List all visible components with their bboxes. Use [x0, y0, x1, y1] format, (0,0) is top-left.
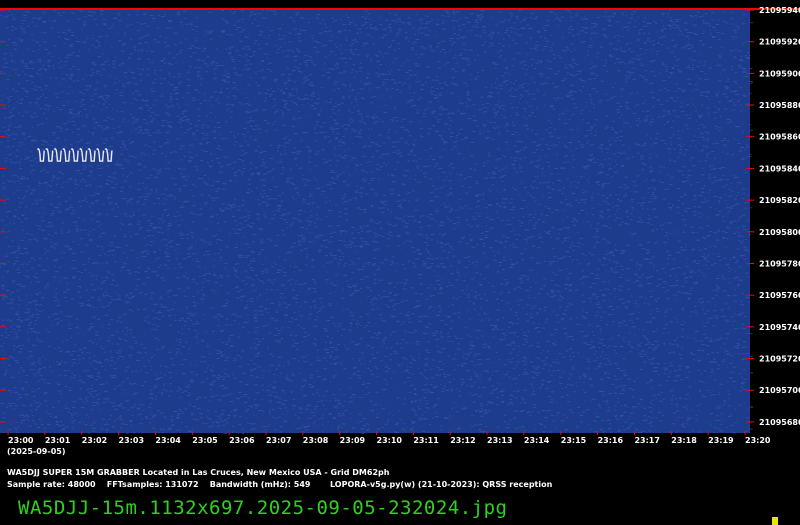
y-tick-label: 21095680: [759, 418, 800, 427]
y-tick-label: 21095760: [759, 291, 800, 300]
x-axis: 23:00 23:01 23:02 23:03 23:04 23:05 23:06 23:07…: [7, 431, 771, 445]
y-tick-label: 21095940: [759, 6, 800, 15]
y-tick-label: 21095880: [759, 101, 800, 110]
x-tick-label: 23:06: [229, 436, 255, 445]
x-tick-label: 23:07: [266, 436, 291, 445]
x-tick-label: 23:20: [745, 436, 771, 445]
date-label: (2025-09-05): [7, 447, 65, 456]
x-tick-label: 23:08: [303, 436, 329, 445]
station-info: WA5DJJ SUPER 15M GRABBER Located in Las …: [7, 468, 390, 477]
y-tick-label: 21095920: [759, 38, 800, 47]
x-tick-label: 23:15: [561, 436, 587, 445]
x-tick-label: 23:16: [598, 436, 624, 445]
x-tick-label: 23:03: [119, 436, 144, 445]
reception-parameters: Sample rate: 48000 FFTsamples: 131072 Ba…: [7, 480, 553, 489]
spectrogram-chart: 21095940 21095920 21095900 21095880 21095860…: [0, 6, 800, 456]
image-filename: WA5DJJ-15m.1132x697.2025-09-05-232024.jp…: [18, 497, 508, 519]
y-tick-label: 21095860: [759, 133, 800, 142]
x-tick-label: 23:05: [192, 436, 218, 445]
x-tick-label: 23:09: [340, 436, 366, 445]
y-tick-label: 21095740: [759, 323, 800, 332]
x-tick-label: 23:04: [155, 436, 181, 445]
y-tick-label: 21095700: [759, 386, 800, 395]
x-tick-label: 23:18: [671, 436, 697, 445]
y-tick-label: 21095900: [759, 69, 800, 78]
x-tick-label: 23:14: [524, 436, 550, 445]
y-tick-label: 21095720: [759, 355, 800, 364]
y-tick-label: 21095780: [759, 259, 800, 268]
x-tick-label: 23:17: [634, 436, 659, 445]
x-tick-label: 23:11: [413, 436, 439, 445]
y-tick-label: 21095840: [759, 164, 800, 173]
x-tick-label: 23:01: [45, 436, 71, 445]
x-tick-label: 23:00: [8, 436, 34, 445]
x-tick-label: 23:13: [487, 436, 512, 445]
y-tick-label: 21095800: [759, 228, 800, 237]
y-tick-label: 21095820: [759, 196, 800, 205]
x-tick-label: 23:19: [708, 436, 734, 445]
status-indicator: [772, 517, 778, 525]
x-tick-label: 23:12: [450, 436, 475, 445]
x-tick-label: 23:02: [82, 436, 107, 445]
x-tick-label: 23:10: [377, 436, 403, 445]
